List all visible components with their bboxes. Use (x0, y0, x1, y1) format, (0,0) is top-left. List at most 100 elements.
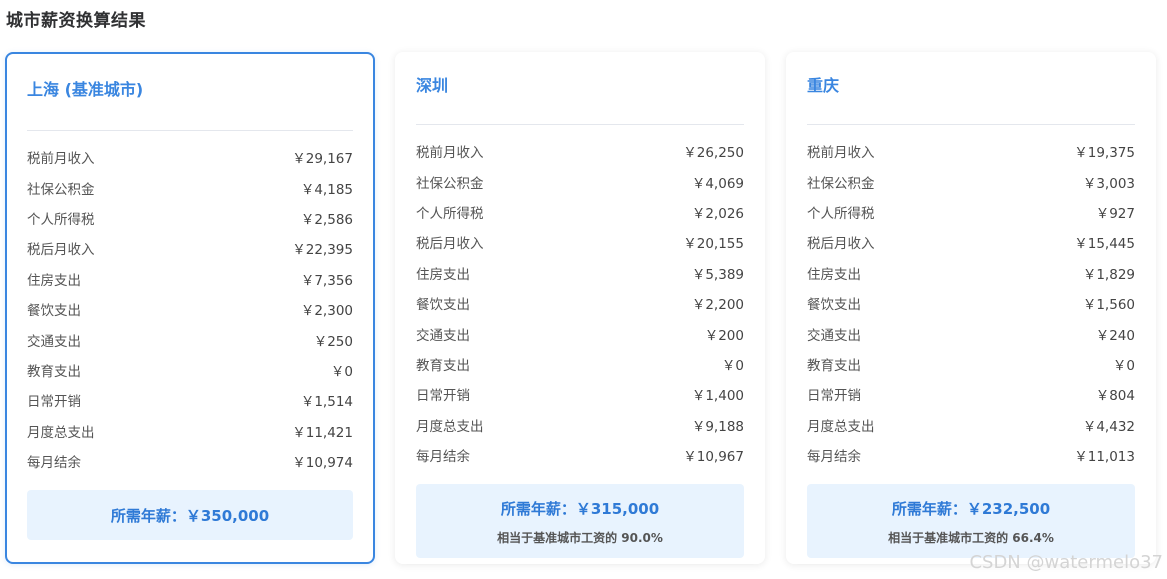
row-label: 月度总支出 (416, 418, 484, 435)
row-label: 日常开销 (27, 394, 81, 411)
row-value: ￥29,167 (292, 151, 353, 168)
row-daily: 日常开销 ￥1,514 (27, 385, 353, 415)
city-card-base: 上海 (基准城市) 税前月收入 ￥29,167 社保公积金 ￥4,185 个人所得税… (5, 52, 375, 564)
row-value: ￥2,300 (300, 303, 353, 320)
row-value: ￥1,400 (691, 388, 744, 405)
row-social-insurance: 社保公积金 ￥3,003 (807, 166, 1135, 196)
row-value: ￥20,155 (683, 236, 744, 253)
row-pretax-income: 税前月收入 ￥29,167 (27, 142, 353, 172)
row-food: 餐饮支出 ￥2,300 (27, 294, 353, 324)
row-label: 交通支出 (807, 327, 861, 344)
row-label: 日常开销 (416, 388, 470, 405)
row-education: 教育支出 ￥0 (416, 349, 744, 379)
row-food: 餐饮支出 ￥1,560 (807, 288, 1135, 318)
row-value: ￥2,586 (300, 211, 353, 228)
row-aftertax-income: 税后月收入 ￥20,155 (416, 227, 744, 257)
row-value: ￥0 (721, 357, 744, 374)
row-value: ￥15,445 (1074, 236, 1135, 253)
row-social-insurance: 社保公积金 ￥4,185 (27, 172, 353, 202)
salary-summary: 所需年薪：￥350,000 (27, 490, 353, 541)
row-label: 每月结余 (807, 449, 861, 466)
card-rows: 税前月收入 ￥26,250 社保公积金 ￥4,069 个人所得税 ￥2,026 税后月… (416, 125, 744, 470)
required-salary: 所需年薪：￥232,500 (891, 500, 1051, 519)
city-card-chongqing: 重庆 税前月收入 ￥19,375 社保公积金 ￥3,003 个人所得税 ￥927 税后… (786, 52, 1156, 564)
row-value: ￥9,188 (691, 418, 744, 435)
row-label: 社保公积金 (416, 175, 484, 192)
row-label: 税前月收入 (416, 145, 484, 162)
row-monthly-balance: 每月结余 ￥10,974 (27, 446, 353, 476)
row-label: 交通支出 (27, 333, 81, 350)
row-label: 住房支出 (27, 272, 81, 289)
row-label: 餐饮支出 (416, 297, 470, 314)
salary-ratio: 相当于基准城市工资的 66.4% (888, 531, 1054, 546)
row-total-expense: 月度总支出 ￥11,421 (27, 416, 353, 446)
card-city-name: 上海 (基准城市) (27, 76, 353, 131)
row-label: 个人所得税 (807, 205, 875, 222)
row-label: 个人所得税 (27, 211, 95, 228)
row-value: ￥7,356 (300, 272, 353, 289)
row-label: 餐饮支出 (807, 297, 861, 314)
row-label: 月度总支出 (27, 424, 95, 441)
row-value: ￥26,250 (683, 145, 744, 162)
row-value: ￥19,375 (1074, 145, 1135, 162)
row-label: 每月结余 (27, 455, 81, 472)
row-value: ￥1,514 (300, 394, 353, 411)
row-label: 税后月收入 (807, 236, 875, 253)
card-rows: 税前月收入 ￥19,375 社保公积金 ￥3,003 个人所得税 ￥927 税后月收入… (807, 125, 1135, 470)
row-label: 餐饮支出 (27, 303, 81, 320)
row-value: ￥4,432 (1082, 418, 1135, 435)
row-label: 社保公积金 (27, 181, 95, 198)
row-value: ￥4,185 (300, 181, 353, 198)
row-value: ￥11,013 (1074, 449, 1135, 466)
row-value: ￥240 (1095, 327, 1135, 344)
row-transport: 交通支出 ￥240 (807, 318, 1135, 348)
row-value: ￥1,560 (1082, 297, 1135, 314)
required-salary: 所需年薪：￥350,000 (110, 507, 270, 526)
row-income-tax: 个人所得税 ￥2,586 (27, 203, 353, 233)
row-education: 教育支出 ￥0 (807, 349, 1135, 379)
row-label: 税前月收入 (807, 145, 875, 162)
row-value: ￥804 (1095, 388, 1135, 405)
row-food: 餐饮支出 ￥2,200 (416, 288, 744, 318)
row-aftertax-income: 税后月收入 ￥15,445 (807, 227, 1135, 257)
row-label: 交通支出 (416, 327, 470, 344)
row-daily: 日常开销 ￥1,400 (416, 379, 744, 409)
row-value: ￥927 (1095, 205, 1135, 222)
salary-ratio: 相当于基准城市工资的 90.0% (497, 531, 663, 546)
row-value: ￥22,395 (292, 242, 353, 259)
row-label: 日常开销 (807, 388, 861, 405)
page-title: 城市薪资换算结果 (6, 11, 146, 31)
row-pretax-income: 税前月收入 ￥26,250 (416, 136, 744, 166)
row-monthly-balance: 每月结余 ￥10,967 (416, 440, 744, 470)
row-label: 月度总支出 (807, 418, 875, 435)
row-income-tax: 个人所得税 ￥927 (807, 197, 1135, 227)
city-cards: 上海 (基准城市) 税前月收入 ￥29,167 社保公积金 ￥4,185 个人所得税… (5, 52, 1157, 564)
required-salary: 所需年薪：￥315,000 (500, 500, 660, 519)
salary-summary: 所需年薪：￥232,500 相当于基准城市工资的 66.4% (807, 484, 1135, 559)
row-label: 教育支出 (27, 363, 81, 380)
row-value: ￥10,974 (292, 455, 353, 472)
row-label: 个人所得税 (416, 205, 484, 222)
row-label: 税后月收入 (27, 242, 95, 259)
row-value: ￥0 (1112, 357, 1135, 374)
card-rows: 税前月收入 ￥29,167 社保公积金 ￥4,185 个人所得税 ￥2,586 税后月… (27, 131, 353, 476)
row-label: 教育支出 (416, 357, 470, 374)
city-card-shenzhen: 深圳 税前月收入 ￥26,250 社保公积金 ￥4,069 个人所得税 ￥2,026 … (395, 52, 765, 564)
row-education: 教育支出 ￥0 (27, 355, 353, 385)
card-city-name: 重庆 (807, 72, 1135, 125)
row-value: ￥2,200 (691, 297, 744, 314)
row-monthly-balance: 每月结余 ￥11,013 (807, 440, 1135, 470)
row-label: 社保公积金 (807, 175, 875, 192)
row-label: 住房支出 (416, 266, 470, 283)
row-label: 税后月收入 (416, 236, 484, 253)
row-value: ￥2,026 (691, 205, 744, 222)
card-city-name: 深圳 (416, 72, 744, 125)
row-income-tax: 个人所得税 ￥2,026 (416, 197, 744, 227)
watermark: CSDN @watermelo37 (969, 552, 1163, 573)
row-value: ￥1,829 (1082, 266, 1135, 283)
row-value: ￥200 (704, 327, 744, 344)
row-value: ￥3,003 (1082, 175, 1135, 192)
row-total-expense: 月度总支出 ￥4,432 (807, 410, 1135, 440)
row-transport: 交通支出 ￥250 (27, 324, 353, 354)
row-social-insurance: 社保公积金 ￥4,069 (416, 166, 744, 196)
